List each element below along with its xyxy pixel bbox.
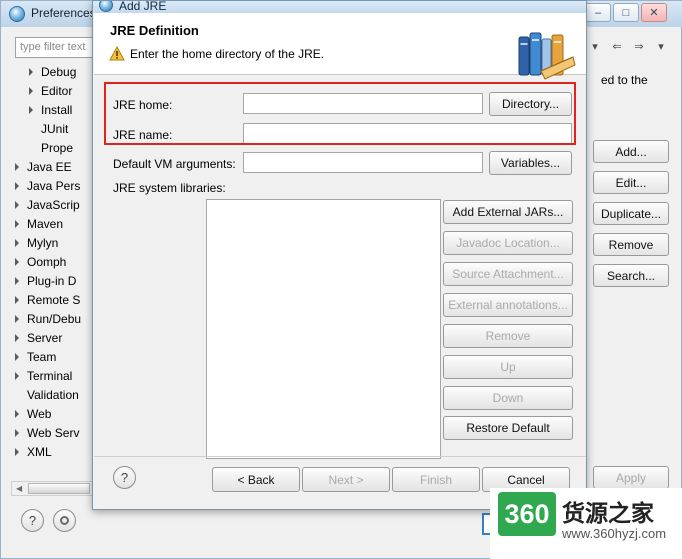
tree-item-label: Web Serv [27, 426, 80, 440]
chevron-right-icon [15, 182, 19, 190]
chevron-right-icon [15, 258, 19, 266]
chevron-right-icon [15, 448, 19, 456]
external-annotations-button[interactable]: External annotations... [443, 293, 573, 317]
next-button[interactable]: Next > [302, 467, 390, 492]
chevron-down-icon-2[interactable]: ▾ [652, 37, 670, 57]
chevron-right-icon [29, 106, 33, 114]
tree-item-label: JavaScrip [27, 198, 80, 212]
variables-button[interactable]: Variables... [489, 151, 572, 175]
chevron-right-icon [15, 353, 19, 361]
tree-item-label: Validation [27, 388, 79, 402]
tree-item-label: XML [27, 445, 52, 459]
remove-button[interactable]: Remove [593, 233, 669, 256]
scrollbar-thumb[interactable] [28, 483, 90, 494]
tree-item-label: JUnit [41, 122, 69, 136]
chevron-down-icon[interactable]: ▾ [586, 37, 604, 57]
tree-item-label: Editor [41, 84, 73, 98]
chevron-right-icon [15, 410, 19, 418]
chevron-right-icon [15, 429, 19, 437]
tree-item-label: Server [27, 331, 63, 345]
dialog-help-button[interactable]: ? [113, 466, 136, 489]
jre-dialog-title: Add JRE [119, 1, 167, 13]
minimize-button[interactable]: – [585, 3, 611, 22]
tree-item-label: Oomph [27, 255, 67, 269]
navigation-buttons[interactable]: ▾ ⇐ ⇒ ▾ [586, 37, 676, 59]
chevron-right-icon [15, 315, 19, 323]
vm-arguments-label: Default VM arguments: [113, 157, 236, 171]
add-external-jars-button[interactable]: Add External JARs... [443, 200, 573, 224]
forward-arrow-icon[interactable]: ⇒ [630, 37, 648, 57]
help-button[interactable]: ? [21, 509, 44, 532]
tree-item-label: Run/Debu [27, 312, 82, 326]
chevron-right-icon [15, 334, 19, 342]
jre-home-input[interactable] [243, 93, 483, 114]
chevron-right-icon [15, 201, 19, 209]
tree-item-label: Team [27, 350, 57, 364]
directory-button[interactable]: Directory... [489, 92, 572, 116]
tree-item-label: Terminal [27, 369, 73, 383]
finish-button[interactable]: Finish [392, 467, 480, 492]
jre-name-label: JRE name: [113, 128, 173, 142]
scroll-left-icon[interactable]: ◀ [16, 485, 22, 493]
tree-item-label: Remote S [27, 293, 81, 307]
chevron-right-icon [29, 87, 33, 95]
chevron-right-icon [15, 372, 19, 380]
preferences-description: ed to the [601, 73, 648, 87]
tree-item-label: Prope [41, 141, 74, 155]
maximize-button[interactable]: □ [613, 3, 639, 22]
vm-arguments-input[interactable] [243, 152, 483, 173]
back-arrow-icon[interactable]: ⇐ [608, 37, 626, 57]
tree-item-label: Java Pers [27, 179, 81, 193]
add-jre-dialog: Add JRE JRE Definition Enter the home di… [92, 0, 587, 510]
warning-message: Enter the home directory of the JRE. [130, 47, 325, 61]
source-attachment-button[interactable]: Source Attachment... [443, 262, 573, 286]
up-button[interactable]: Up [443, 355, 573, 379]
chevron-right-icon [15, 220, 19, 228]
javadoc-location-button[interactable]: Javadoc Location... [443, 231, 573, 255]
remove-button[interactable]: Remove [443, 324, 573, 348]
duplicate-button[interactable]: Duplicate... [593, 202, 669, 225]
down-button[interactable]: Down [443, 386, 573, 410]
chevron-right-icon [15, 296, 19, 304]
preferences-title: Preferences [31, 6, 96, 20]
chevron-right-icon [15, 163, 19, 171]
watermark-title: 货源之家 [562, 500, 654, 526]
tree-item-label: Mylyn [27, 236, 59, 250]
jre-dialog-icon [99, 1, 113, 12]
tree-item-label: Web [27, 407, 52, 421]
tree-item-label: Debug [41, 65, 77, 79]
jre-definition-heading: JRE Definition [110, 23, 199, 38]
preferences-icon [9, 6, 25, 22]
search-button[interactable]: Search... [593, 264, 669, 287]
watermark-badge: 360 [498, 492, 556, 536]
gear-icon[interactable] [53, 509, 76, 532]
watermark-subtitle: www.360hyzj.com [562, 526, 667, 541]
back-button[interactable]: < Back [212, 467, 300, 492]
restore-default-button[interactable]: Restore Default [443, 416, 573, 440]
jre-dialog-titlebar: Add JRE [93, 1, 586, 13]
books-icon [518, 32, 576, 80]
tree-item-label: Java EE [27, 160, 72, 174]
tree-item-label: Plug-in D [27, 274, 77, 288]
chevron-right-icon [15, 239, 19, 247]
jre-dialog-header: JRE Definition Enter the home directory … [94, 13, 586, 80]
watermark: 360 货源之家 www.360hyzj.com [490, 488, 682, 559]
jre-system-libraries-label: JRE system libraries: [113, 181, 226, 195]
jre-home-label: JRE home: [113, 98, 173, 112]
add-button[interactable]: Add... [593, 140, 669, 163]
edit-button[interactable]: Edit... [593, 171, 669, 194]
chevron-right-icon [29, 68, 33, 76]
chevron-right-icon [15, 277, 19, 285]
jre-name-input[interactable] [243, 123, 572, 144]
apply-button[interactable]: Apply [593, 466, 669, 489]
tree-item-label: Maven [27, 217, 64, 231]
close-button[interactable]: ✕ [641, 3, 667, 22]
warning-icon [109, 46, 125, 61]
jre-system-libraries-list[interactable] [206, 199, 441, 459]
tree-item-label: Install [41, 103, 73, 117]
dialog-separator [94, 456, 586, 457]
